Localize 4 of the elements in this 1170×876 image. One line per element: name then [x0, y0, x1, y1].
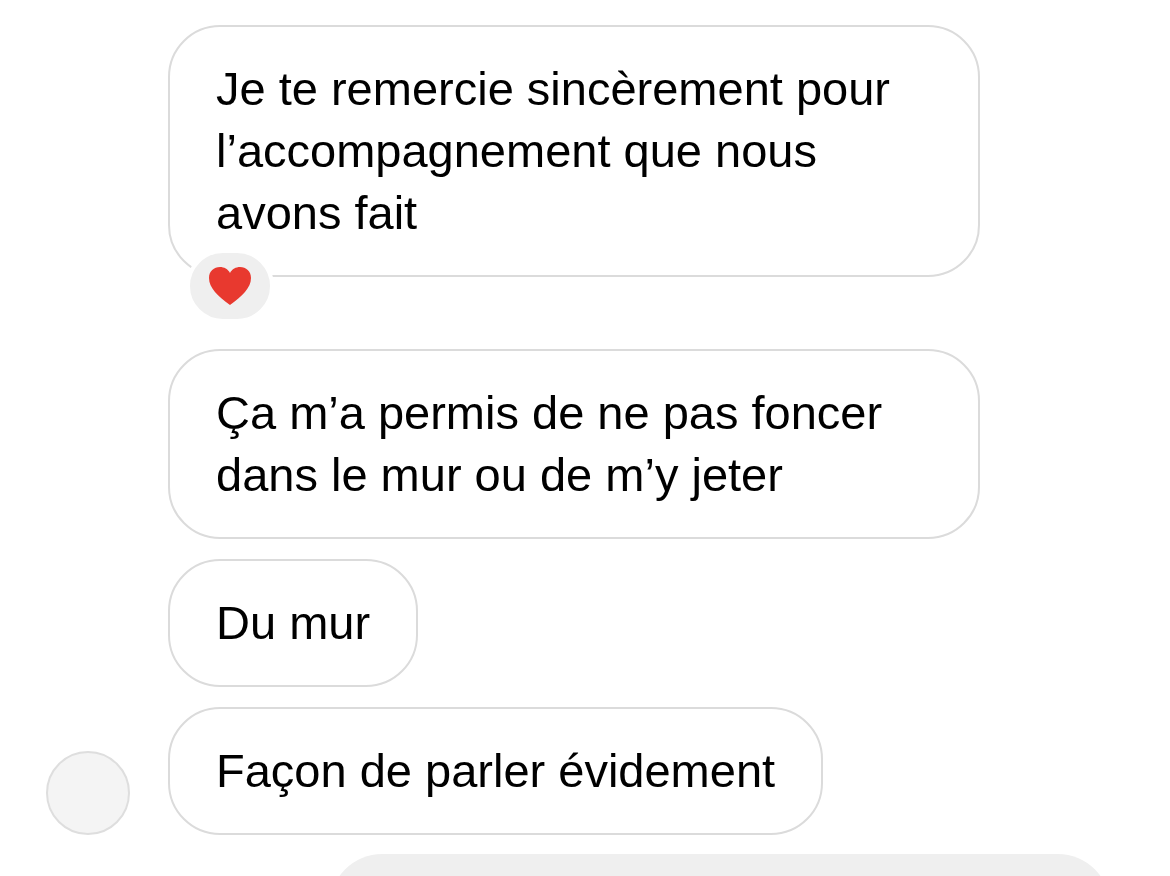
message-bubble: Ça m’a permis de ne pas foncer dans le mur ou de m’y jeter [168, 349, 980, 539]
message-bubble: Façon de parler évidement [168, 707, 824, 835]
message-bubble: Du mur [168, 559, 419, 687]
heart-icon [208, 266, 252, 306]
